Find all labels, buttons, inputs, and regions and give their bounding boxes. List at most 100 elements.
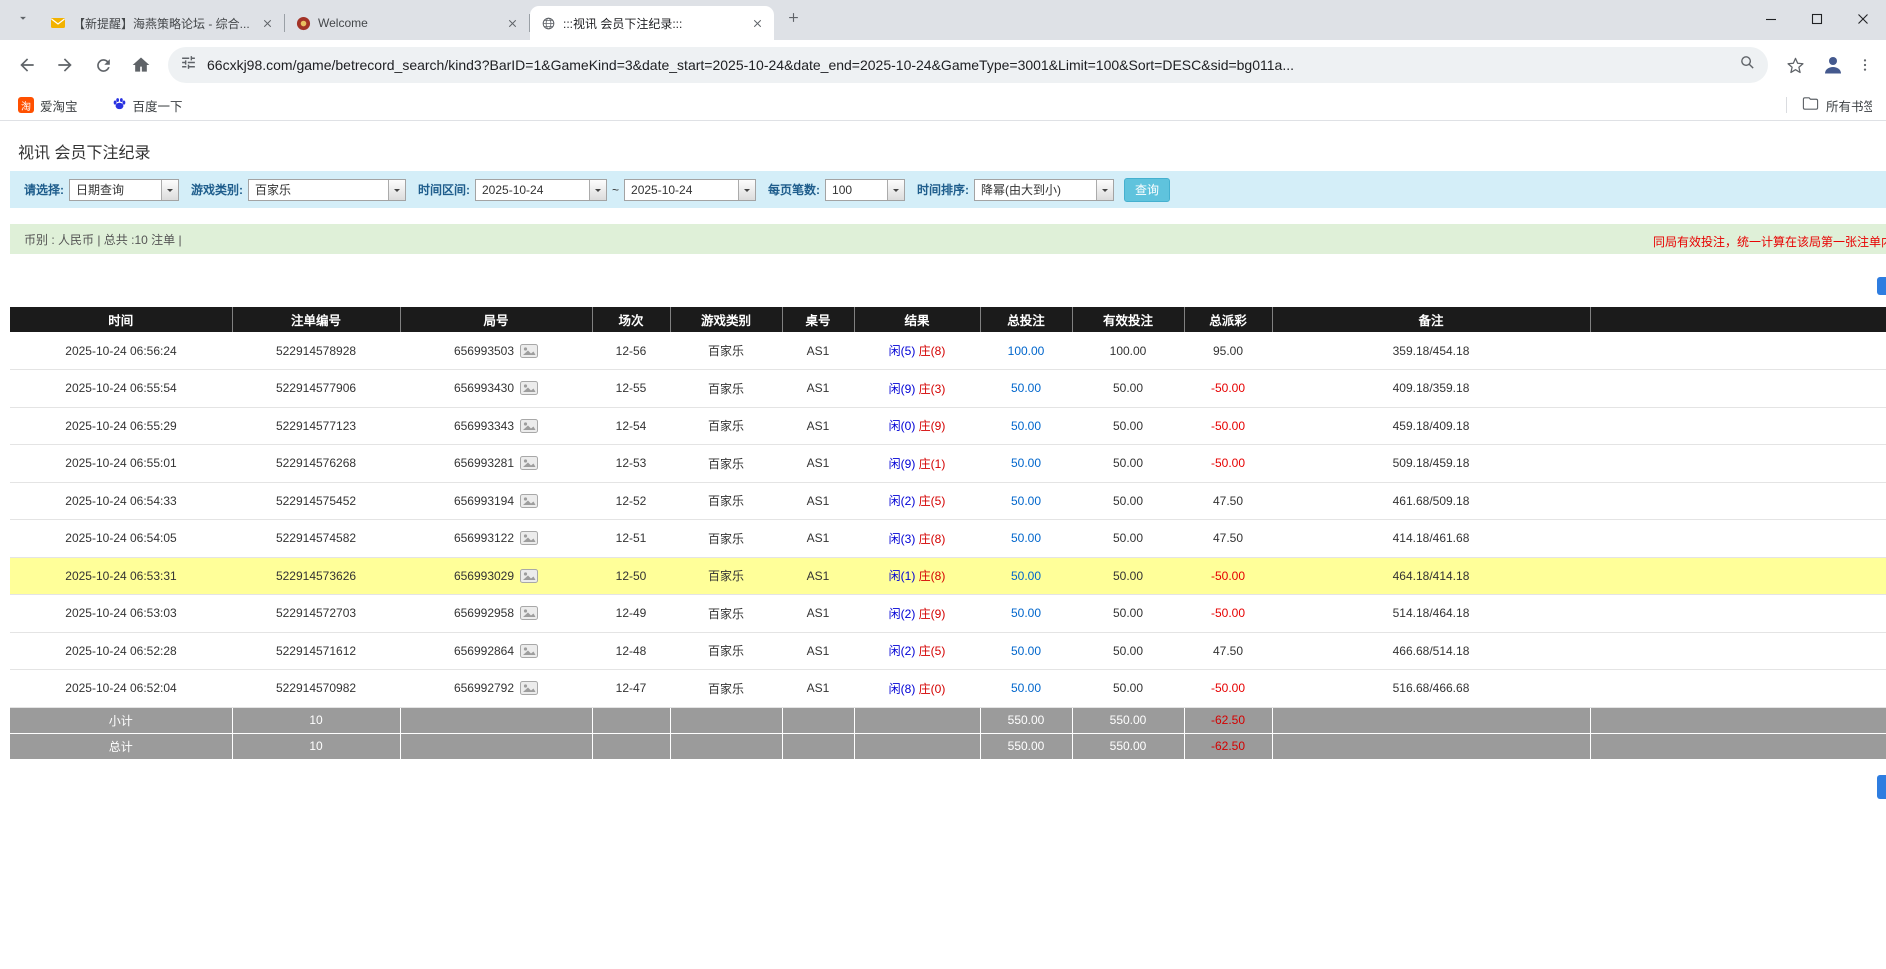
date-start-value: 2025-10-24	[476, 180, 589, 200]
bookmark-baidu[interactable]: 百度一下	[108, 93, 187, 117]
zoom-icon[interactable]	[1739, 54, 1756, 76]
tab-forum[interactable]: 【新提醒】海燕策略论坛 - 综合...	[40, 6, 284, 40]
filter-bar: 请选择: 日期查询 游戏类别: 百家乐 时间区间: 2025-10-24 ~ 2…	[10, 171, 1886, 208]
filter-label-game-type: 游戏类别:	[191, 181, 243, 198]
cell-total-bet-link[interactable]: 50.00	[980, 445, 1072, 483]
cell-extra	[1590, 445, 1886, 483]
bookmark-star-icon[interactable]	[1778, 48, 1812, 82]
sort-select[interactable]: 降幂(由大到小)	[974, 179, 1114, 201]
footer-empty-round	[400, 733, 592, 759]
tab-close-icon[interactable]	[504, 15, 521, 32]
tab-welcome[interactable]: Welcome	[285, 6, 529, 40]
round-result-image-icon[interactable]	[520, 644, 538, 658]
round-id: 656993343	[454, 419, 514, 433]
date-end-value: 2025-10-24	[625, 180, 738, 200]
result-player: 闲(9)	[889, 457, 916, 471]
cell-total-bet-link[interactable]: 50.00	[980, 482, 1072, 520]
bet-record-row: 2025-10-24 06:55:29522914577123656993343…	[10, 407, 1886, 445]
bookmark-taobao[interactable]: 淘 爱淘宝	[14, 93, 82, 117]
cell-total-bet-link[interactable]: 50.00	[980, 595, 1072, 633]
page-content: 视讯 会员下注纪录 请选择: 日期查询 游戏类别: 百家乐 时间区间: 2025…	[0, 121, 1886, 968]
round-result-image-icon[interactable]	[520, 606, 538, 620]
home-button[interactable]	[124, 48, 158, 82]
query-type-value: 日期查询	[70, 180, 161, 200]
cell-total-bet-link[interactable]: 50.00	[980, 632, 1072, 670]
cell-extra	[1590, 595, 1886, 633]
column-header: 总投注	[980, 307, 1072, 332]
new-tab-button[interactable]	[780, 7, 806, 33]
round-result-image-icon[interactable]	[520, 531, 538, 545]
site-settings-icon[interactable]	[180, 54, 197, 76]
round-result-image-icon[interactable]	[520, 681, 538, 695]
cell-game-type: 百家乐	[670, 557, 782, 595]
round-result-image-icon[interactable]	[520, 419, 538, 433]
tab-close-icon[interactable]	[259, 15, 276, 32]
page-size-select[interactable]: 100	[825, 179, 905, 201]
cell-time: 2025-10-24 06:55:01	[10, 445, 232, 483]
all-bookmarks[interactable]: 所有书签	[1786, 95, 1872, 115]
address-bar[interactable]: 66cxkj98.com/game/betrecord_search/kind3…	[168, 47, 1768, 83]
round-result-image-icon[interactable]	[520, 569, 538, 583]
tab-bet-records[interactable]: :::视讯 会员下注纪录:::	[530, 6, 774, 40]
cell-valid-bet: 50.00	[1072, 595, 1184, 633]
chevron-down-icon	[1096, 180, 1113, 200]
table-footer-row: 小计10550.00550.00-62.50	[10, 707, 1886, 733]
page-size-value: 100	[826, 180, 887, 200]
browser-tab-bar: 【新提醒】海燕策略论坛 - 综合... Welcome :::视讯 会员下注纪录…	[0, 0, 1886, 40]
tab-list-chevron-button[interactable]	[10, 7, 36, 33]
cell-total-bet-link[interactable]: 50.00	[980, 370, 1072, 408]
back-button[interactable]	[10, 48, 44, 82]
taobao-icon: 淘	[18, 97, 34, 113]
cell-total-bet-link[interactable]: 50.00	[980, 520, 1072, 558]
round-result-image-icon[interactable]	[520, 456, 538, 470]
bet-record-row: 2025-10-24 06:53:31522914573626656993029…	[10, 557, 1886, 595]
cell-total-bet-link[interactable]: 100.00	[980, 332, 1072, 370]
footer-empty-table	[782, 707, 854, 733]
cell-total-bet-link[interactable]: 50.00	[980, 557, 1072, 595]
game-type-value: 百家乐	[249, 180, 388, 200]
date-separator: ~	[612, 183, 619, 197]
reload-button[interactable]	[86, 48, 120, 82]
menu-icon[interactable]	[1854, 48, 1876, 82]
cell-bet-id: 522914574582	[232, 520, 400, 558]
date-start-select[interactable]: 2025-10-24	[475, 179, 607, 201]
cell-round-id: 656992864	[400, 632, 592, 670]
cell-game-type: 百家乐	[670, 370, 782, 408]
query-type-select[interactable]: 日期查询	[69, 179, 179, 201]
table-header-row: 时间注单编号局号场次游戏类别桌号结果总投注有效投注总派彩备注	[10, 307, 1886, 332]
round-result-image-icon[interactable]	[520, 381, 538, 395]
footer-valid-bet: 550.00	[1072, 733, 1184, 759]
cell-game-type: 百家乐	[670, 595, 782, 633]
cell-total-bet-link[interactable]: 50.00	[980, 407, 1072, 445]
bet-record-row: 2025-10-24 06:52:28522914571612656992864…	[10, 632, 1886, 670]
bet-records-table: 时间注单编号局号场次游戏类别桌号结果总投注有效投注总派彩备注 2025-10-2…	[10, 307, 1886, 760]
maximize-button[interactable]	[1794, 0, 1840, 38]
baidu-paw-icon	[112, 96, 127, 114]
cell-round-id: 656993430	[400, 370, 592, 408]
bet-records-table-wrap: 时间注单编号局号场次游戏类别桌号结果总投注有效投注总派彩备注 2025-10-2…	[10, 307, 1886, 760]
cell-payout: -50.00	[1184, 670, 1272, 708]
column-header: 结果	[854, 307, 980, 332]
game-type-select[interactable]: 百家乐	[248, 179, 406, 201]
cell-table-no: AS1	[782, 557, 854, 595]
round-result-image-icon[interactable]	[520, 494, 538, 508]
cell-total-bet-link[interactable]: 50.00	[980, 670, 1072, 708]
forward-button[interactable]	[48, 48, 82, 82]
profile-avatar[interactable]	[1818, 50, 1848, 80]
cell-extra	[1590, 670, 1886, 708]
minimize-button[interactable]	[1748, 0, 1794, 38]
close-button[interactable]	[1840, 0, 1886, 38]
result-banker: 庄(3)	[919, 382, 946, 396]
round-result-image-icon[interactable]	[520, 344, 538, 358]
cell-remark: 409.18/359.18	[1272, 370, 1590, 408]
floating-button-fragment-bottom[interactable]	[1877, 775, 1886, 799]
search-button[interactable]: 查询	[1124, 178, 1170, 202]
floating-button-fragment-top[interactable]	[1877, 277, 1886, 295]
cell-game-type: 百家乐	[670, 445, 782, 483]
date-end-select[interactable]: 2025-10-24	[624, 179, 756, 201]
cell-time: 2025-10-24 06:52:28	[10, 632, 232, 670]
footer-empty-table	[782, 733, 854, 759]
footer-label: 总计	[10, 733, 232, 759]
footer-empty-game	[670, 707, 782, 733]
tab-close-icon[interactable]	[749, 15, 766, 32]
